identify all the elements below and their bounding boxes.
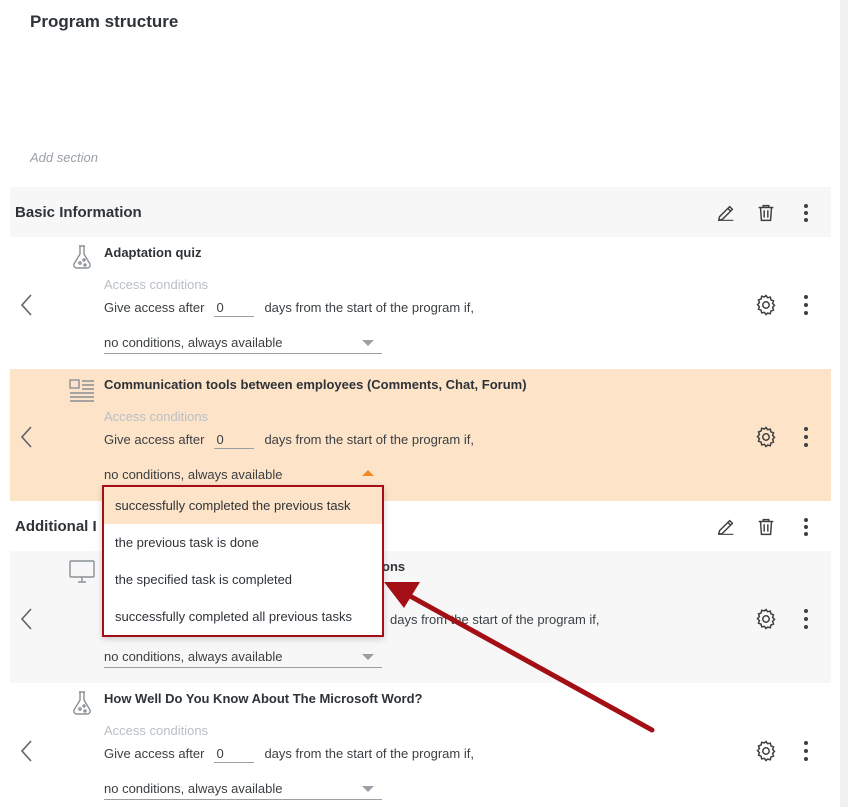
days-from-start-label: days from the start of the program if, [390,612,600,627]
dropdown-option[interactable]: the previous task is done [104,524,382,561]
task-title: Adaptation quiz [104,245,202,260]
edit-pencil-icon[interactable] [714,515,738,539]
section-header-basic-information: Basic Information [10,187,831,237]
give-access-row: Give access after days from the start of… [104,430,474,449]
task-row: How Well Do You Know About The Microsoft… [10,683,831,807]
chevron-left-icon[interactable] [18,607,36,631]
task-row-selected: Communication tools between employees (C… [10,369,831,501]
condition-select-open[interactable]: no conditions, always available [104,465,382,486]
dropdown-option[interactable]: the specified task is completed [104,561,382,598]
section-title: Basic Information [15,204,142,221]
condition-select-value: no conditions, always available [104,781,283,796]
caret-down-icon [362,654,374,660]
dropdown-option[interactable]: successfully completed all previous task… [104,598,382,635]
days-from-start-label: days from the start of the program if, [264,300,474,315]
more-vertical-icon[interactable] [796,739,816,763]
condition-dropdown-menu: successfully completed the previous task… [102,485,384,637]
task-title: ons [382,559,406,574]
chevron-left-icon[interactable] [18,425,36,449]
days-from-start-label: days from the start of the program if, [264,432,474,447]
caret-up-icon [362,470,374,476]
chevron-left-icon[interactable] [18,293,36,317]
access-conditions-label: Access conditions [104,277,209,292]
give-access-after-label: Give access after [104,746,205,761]
flask-icon [68,689,96,717]
give-access-after-label: Give access after [104,432,205,447]
caret-down-icon [362,786,374,792]
condition-select[interactable]: no conditions, always available [104,647,382,668]
condition-select-value: no conditions, always available [104,335,283,350]
more-vertical-icon[interactable] [796,607,816,631]
monitor-icon [68,557,96,585]
days-input[interactable] [214,430,255,449]
more-vertical-icon[interactable] [794,201,818,225]
task-row: Adaptation quiz Access conditions Give a… [10,237,831,369]
access-conditions-label: Access conditions [104,723,209,738]
chevron-left-icon[interactable] [18,739,36,763]
days-input[interactable] [214,744,255,763]
article-icon [68,375,96,403]
days-from-start-label: days from the start of the program if, [264,746,474,761]
flask-icon [68,243,96,271]
dropdown-option[interactable]: successfully completed the previous task [104,487,382,524]
task-title: How Well Do You Know About The Microsoft… [104,691,423,706]
gear-icon[interactable] [754,739,778,763]
condition-select[interactable]: no conditions, always available [104,779,382,800]
more-vertical-icon[interactable] [796,425,816,449]
give-access-row: Give access after days from the start of… [104,298,474,317]
give-access-after-label: Give access after [104,300,205,315]
add-section-link[interactable]: Add section [30,150,98,165]
edit-pencil-icon[interactable] [714,201,738,225]
give-access-row: Give access after days from the start of… [104,744,474,763]
task-title: Communication tools between employees (C… [104,377,527,392]
more-vertical-icon[interactable] [796,293,816,317]
more-vertical-icon[interactable] [794,515,818,539]
condition-select-value: no conditions, always available [104,467,283,482]
delete-trash-icon[interactable] [754,201,778,225]
page-title: Program structure [30,12,179,31]
days-input[interactable] [214,298,255,317]
gear-icon[interactable] [754,293,778,317]
give-access-row: days from the start of the program if, [390,612,600,627]
condition-select[interactable]: no conditions, always available [104,333,382,354]
condition-select-value: no conditions, always available [104,649,283,664]
gear-icon[interactable] [754,425,778,449]
gear-icon[interactable] [754,607,778,631]
section-title: Additional I [15,518,97,535]
vertical-scrollbar[interactable] [840,0,848,807]
access-conditions-label: Access conditions [104,409,209,424]
caret-down-icon [362,340,374,346]
delete-trash-icon[interactable] [754,515,778,539]
